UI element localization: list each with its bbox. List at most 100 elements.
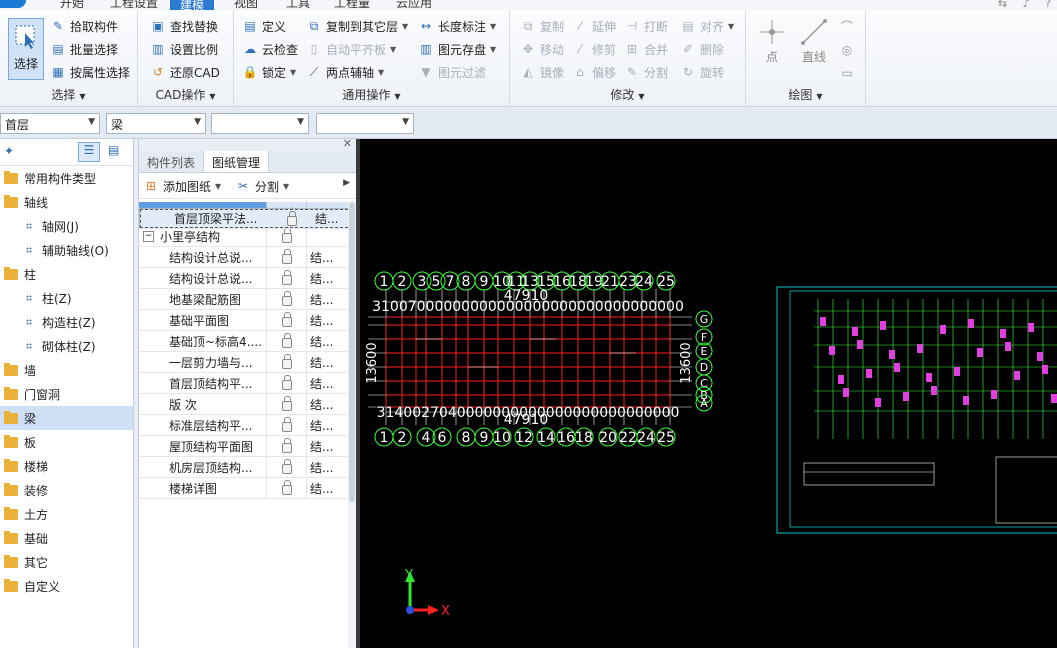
rect-icon[interactable]: ▭ — [838, 62, 856, 85]
drawing-row[interactable]: 基础平面图 结... — [139, 310, 349, 331]
batch-select-button[interactable]: ▤ 批量选择 — [50, 39, 118, 59]
tree-category-item[interactable]: 楼梯 — [0, 454, 133, 478]
tab-drawing-management[interactable]: 图纸管理 — [204, 151, 270, 172]
close-icon[interactable]: ✕ — [343, 137, 352, 150]
element-filter-button[interactable]: ▼ 图元过滤 — [418, 62, 486, 82]
list-view-icon[interactable]: ☰ — [78, 142, 100, 162]
tree-child-item[interactable]: ⌗ 柱(Z) — [0, 286, 133, 310]
tree-category-item[interactable]: 墙 — [0, 358, 133, 382]
select-by-attr-button[interactable]: ▦ 按属性选择 — [50, 62, 130, 82]
scroll-thumb[interactable] — [349, 202, 355, 502]
tree-child-item[interactable]: ⌗ 砌体柱(Z) — [0, 334, 133, 358]
help-icon[interactable]: ? — [1045, 0, 1051, 10]
line-tool[interactable]: 直线 — [792, 18, 836, 65]
drawing-lock-cell[interactable] — [267, 268, 307, 288]
drawing-lock-cell[interactable] — [267, 352, 307, 372]
drawing-row[interactable]: 版 次 结... — [139, 394, 349, 415]
drawing-row[interactable]: 结构设计总说... 结... — [139, 247, 349, 268]
cad-canvas[interactable]: 1 2 3 5 7 8 9 10 11 13 15 16 18 19 21 23 24 25 1 2 4 6 8 9 10 12 1… — [356, 139, 1057, 648]
switch-icon[interactable]: ⇆ — [998, 0, 1007, 10]
tree-category-item[interactable]: 梁 — [0, 406, 133, 430]
type-select[interactable]: ▼ — [211, 113, 309, 134]
drawing-row[interactable]: 首层顶梁平法... 结... — [139, 208, 359, 229]
tab-modeling[interactable]: 建模 — [170, 0, 215, 10]
cad-group-label[interactable]: CAD操作 ▼ — [138, 86, 233, 103]
drawing-row[interactable]: 一层剪力墙与... 结... — [139, 352, 349, 373]
tree-category-item[interactable]: 装修 — [0, 478, 133, 502]
tree-category-item[interactable]: 土方 — [0, 502, 133, 526]
arc-icon[interactable]: ⌒ — [838, 16, 856, 39]
element-select[interactable]: ▼ — [316, 113, 414, 134]
root-lock-cell[interactable] — [267, 226, 307, 246]
two-point-axis-button[interactable]: ⟋ 两点辅轴 ▼ — [306, 62, 384, 82]
drawing-row[interactable]: 楼梯详图 结... — [139, 478, 349, 499]
drawing-row[interactable]: 地基梁配筋图 结... — [139, 289, 349, 310]
tree-category-item[interactable]: 常用构件类型 — [0, 166, 133, 190]
move-button[interactable]: ✥ 移动 — [520, 39, 564, 59]
category-select[interactable]: 梁 ▼ — [106, 113, 206, 134]
define-button[interactable]: ▤ 定义 — [242, 16, 286, 36]
split-button[interactable]: ✎ 分割 — [624, 62, 668, 82]
tree-child-item[interactable]: ⌗ 构造柱(Z) — [0, 310, 133, 334]
tree-child-item[interactable]: ⌗ 轴网(J) — [0, 214, 133, 238]
drawing-row[interactable]: 首层顶结构平... 结... — [139, 373, 349, 394]
trim-button[interactable]: ⁄ 修剪 — [572, 39, 616, 59]
drawing-row[interactable]: 基础顶~标高4.... 结... — [139, 331, 349, 352]
tab-view[interactable]: 视图 — [234, 0, 258, 10]
panel-scrollbar[interactable] — [348, 202, 356, 648]
extend-button[interactable]: ⁄ 延伸 — [572, 16, 616, 36]
tree-category-item[interactable]: 柱 — [0, 262, 133, 286]
drawing-lock-cell[interactable] — [272, 211, 312, 226]
table-root-row[interactable]: − 小里亭结构 — [139, 226, 349, 247]
tab-cloud[interactable]: 云应用 — [396, 0, 432, 10]
tree-category-item[interactable]: 门窗洞 — [0, 382, 133, 406]
set-scale-button[interactable]: ▥ 设置比例 — [150, 39, 218, 59]
tree-category-item[interactable]: 基础 — [0, 526, 133, 550]
drawing-row[interactable]: 屋顶结构平面图 结... — [139, 436, 349, 457]
select-button[interactable]: 选择 — [8, 18, 44, 80]
tree-category-item[interactable]: 板 — [0, 430, 133, 454]
find-replace-button[interactable]: ▣ 查找替换 — [150, 16, 218, 36]
split-drawing-button[interactable]: ✂ 分割 ▼ — [235, 176, 289, 196]
break-button[interactable]: ⊣ 打断 — [624, 16, 668, 36]
drawing-lock-cell[interactable] — [267, 415, 307, 435]
drawing-row[interactable]: 机房层顶结构... 结... — [139, 457, 349, 478]
drawing-row[interactable]: 结构设计总说... 结... — [139, 268, 349, 289]
copy-button[interactable]: ⧉ 复制 — [520, 16, 564, 36]
drawing-row[interactable]: 标准层结构平... 结... — [139, 415, 349, 436]
circle-icon[interactable]: ◎ — [838, 39, 856, 62]
pick-element-button[interactable]: ✎ 拾取构件 — [50, 16, 118, 36]
rotate-button[interactable]: ↻ 旋转 — [680, 62, 724, 82]
draw-group-label[interactable]: 绘图 ▼ — [746, 86, 865, 103]
mirror-button[interactable]: ◭ 镜像 — [520, 62, 564, 82]
drawing-lock-cell[interactable] — [267, 247, 307, 267]
tree-child-item[interactable]: ⌗ 辅助轴线(O) — [0, 238, 133, 262]
drawing-lock-cell[interactable] — [267, 373, 307, 393]
select-group-label[interactable]: 选择 ▼ — [0, 86, 137, 103]
floor-select[interactable]: 首层 ▼ — [0, 113, 100, 134]
drawing-lock-cell[interactable] — [267, 436, 307, 456]
drawing-lock-cell[interactable] — [267, 394, 307, 414]
length-dim-button[interactable]: ↔ 长度标注 ▼ — [418, 16, 496, 36]
drawing-lock-cell[interactable] — [267, 457, 307, 477]
align-button[interactable]: ▤ 对齐 ▼ — [680, 16, 734, 36]
tree-category-item[interactable]: 轴线 — [0, 190, 133, 214]
auto-flat-button[interactable]: ▯ 自动平齐板 ▼ — [306, 39, 396, 59]
drawing-lock-cell[interactable] — [267, 310, 307, 330]
detail-view-icon[interactable]: ▤ — [108, 143, 119, 157]
app-menu-button[interactable] — [0, 0, 26, 8]
drawing-lock-cell[interactable] — [267, 331, 307, 351]
copy-to-floor-button[interactable]: ⧉ 复制到其它层 ▼ — [306, 16, 408, 36]
tree-category-item[interactable]: 自定义 — [0, 574, 133, 598]
expand-icon[interactable]: ▶ — [343, 178, 350, 188]
tab-quantity[interactable]: 工程量 — [334, 0, 370, 10]
add-drawing-button[interactable]: ⊞ 添加图纸 ▼ — [143, 176, 221, 196]
tree-category-item[interactable]: 其它 — [0, 550, 133, 574]
offset-button[interactable]: ⌂ 偏移 — [572, 62, 616, 82]
point-tool[interactable]: 点 — [750, 18, 794, 65]
collapse-icon[interactable]: − — [143, 230, 154, 242]
general-group-label[interactable]: 通用操作 ▼ — [234, 86, 509, 103]
drawing-lock-cell[interactable] — [267, 478, 307, 498]
add-star-icon[interactable]: ✦ — [4, 144, 14, 158]
cloud-check-button[interactable]: ☁ 云检查 — [242, 39, 298, 59]
